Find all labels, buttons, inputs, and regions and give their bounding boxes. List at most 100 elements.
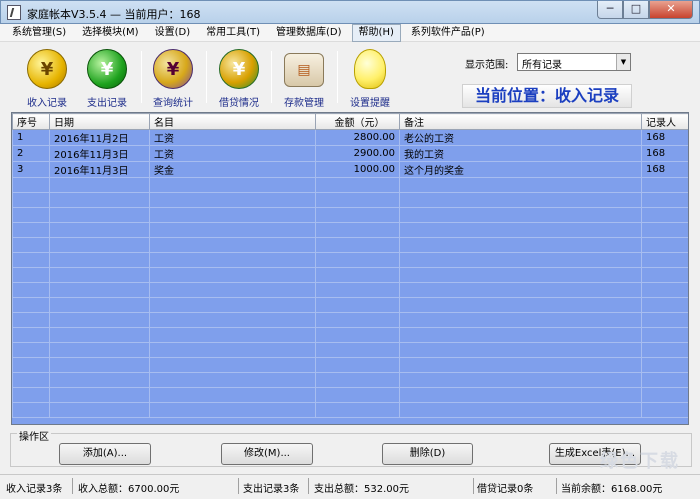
toolbar-income-button[interactable]: ¥ 收入记录 — [18, 47, 76, 109]
header-date[interactable]: 日期 — [49, 113, 150, 130]
expense-coin-icon: ¥ — [87, 49, 127, 89]
header-seq[interactable]: 序号 — [12, 113, 50, 130]
cell-category: 工资 — [149, 145, 316, 162]
empty-cell — [49, 312, 150, 328]
header-amount[interactable]: 金额（元） — [315, 113, 400, 130]
empty-table-row[interactable] — [12, 177, 688, 193]
cell-date: 2016年11月2日 — [49, 129, 150, 146]
toolbar-loan-button[interactable]: ¥ 借贷情况 — [210, 47, 268, 109]
empty-table-row[interactable] — [12, 252, 688, 268]
empty-cell — [399, 297, 642, 313]
empty-cell — [149, 402, 316, 418]
empty-cell — [149, 357, 316, 373]
empty-table-row[interactable] — [12, 237, 688, 253]
header-recorder[interactable]: 记录人 — [641, 113, 688, 130]
maximize-button[interactable]: □ — [623, 1, 649, 19]
cell-seq: 3 — [12, 161, 50, 178]
toolbar-query-button[interactable]: ¥ 查询统计 — [144, 47, 202, 109]
empty-table-row[interactable] — [12, 267, 688, 283]
status-expense-count: 支出记录3条 — [243, 484, 300, 495]
cell-seq: 2 — [12, 145, 50, 162]
empty-table-row[interactable] — [12, 222, 688, 238]
loan-cycle-icon: ¥ — [219, 49, 259, 89]
cell-category: 工资 — [149, 129, 316, 146]
empty-cell — [49, 357, 150, 373]
table-row[interactable]: 3 2016年11月3日 奖金 1000.00 这个月的奖金 168 — [12, 161, 688, 178]
status-income-total: 收入总额：6700.00元 — [78, 484, 180, 495]
empty-table-row[interactable] — [12, 297, 688, 313]
empty-cell — [315, 177, 400, 193]
empty-table-row[interactable] — [12, 357, 688, 373]
watermark: 绿色下载 — [600, 451, 680, 472]
empty-cell — [149, 387, 316, 403]
empty-cell — [12, 192, 50, 208]
empty-table-row[interactable] — [12, 282, 688, 298]
empty-table-row[interactable] — [12, 402, 688, 418]
status-separator — [473, 478, 474, 494]
empty-cell — [149, 372, 316, 388]
empty-cell — [315, 342, 400, 358]
empty-cell — [315, 282, 400, 298]
cell-recorder: 168 — [641, 145, 688, 162]
empty-table-row[interactable] — [12, 312, 688, 328]
table-header-row: 序号 日期 名目 金额（元） 备注 记录人 — [12, 113, 688, 130]
toolbar-deposit-button[interactable]: ▤ 存款管理 — [275, 47, 333, 109]
empty-table-row[interactable] — [12, 327, 688, 343]
toolbar-query-label: 查询统计 — [153, 98, 193, 109]
close-button[interactable]: ✕ — [649, 1, 693, 19]
empty-cell — [641, 267, 688, 283]
empty-cell — [641, 192, 688, 208]
empty-cell — [12, 402, 50, 418]
status-income-count: 收入记录3条 — [6, 484, 63, 495]
empty-cell — [315, 237, 400, 253]
edit-button[interactable]: 修改(M)... — [221, 443, 313, 465]
table-row[interactable]: 1 2016年11月2日 工资 2800.00 老公的工资 168 — [12, 129, 688, 146]
empty-cell — [399, 387, 642, 403]
empty-table-row[interactable] — [12, 372, 688, 388]
empty-cell — [49, 192, 150, 208]
empty-table-row[interactable] — [12, 192, 688, 208]
table-row[interactable]: 2 2016年11月3日 工资 2900.00 我的工资 168 — [12, 145, 688, 162]
chevron-down-icon[interactable]: ▼ — [616, 54, 630, 70]
header-category[interactable]: 名目 — [149, 113, 316, 130]
empty-cell — [315, 357, 400, 373]
empty-cell — [49, 402, 150, 418]
cell-date: 2016年11月3日 — [49, 161, 150, 178]
range-select[interactable]: 所有记录 ▼ — [517, 53, 631, 71]
records-grid[interactable]: 序号 日期 名目 金额（元） 备注 记录人 1 2016年11月2日 工资 28… — [11, 112, 689, 425]
empty-cell — [641, 297, 688, 313]
empty-cell — [12, 207, 50, 223]
empty-cell — [12, 252, 50, 268]
add-button[interactable]: 添加(A)... — [59, 443, 151, 465]
empty-cell — [49, 297, 150, 313]
empty-cell — [149, 252, 316, 268]
menu-system[interactable]: 系统管理(S) — [6, 25, 72, 41]
toolbar-reminder-button[interactable]: 设置提醒 — [341, 47, 399, 109]
menu-help[interactable]: 帮助(H) — [351, 23, 401, 42]
minimize-button[interactable]: ─ — [597, 1, 623, 19]
menu-settings[interactable]: 设置(D) — [149, 25, 197, 41]
cell-note: 这个月的奖金 — [399, 161, 642, 178]
records-table: 序号 日期 名目 金额（元） 备注 记录人 1 2016年11月2日 工资 28… — [12, 113, 688, 418]
empty-cell — [399, 252, 642, 268]
empty-cell — [315, 402, 400, 418]
header-note[interactable]: 备注 — [399, 113, 642, 130]
cell-recorder: 168 — [641, 161, 688, 178]
window-controls: ─ □ ✕ — [597, 1, 693, 20]
menu-tools[interactable]: 常用工具(T) — [200, 25, 266, 41]
cell-date: 2016年11月3日 — [49, 145, 150, 162]
empty-table-row[interactable] — [12, 342, 688, 358]
menu-database[interactable]: 管理数据库(D) — [270, 25, 348, 41]
empty-cell — [12, 357, 50, 373]
empty-table-row[interactable] — [12, 207, 688, 223]
empty-cell — [399, 402, 642, 418]
empty-cell — [49, 177, 150, 193]
menu-products[interactable]: 系列软件产品(P) — [405, 25, 491, 41]
delete-button[interactable]: 删除(D) — [382, 443, 473, 465]
empty-table-row[interactable] — [12, 387, 688, 403]
toolbar-expense-button[interactable]: ¥ 支出记录 — [78, 47, 136, 109]
menu-module[interactable]: 选择模块(M) — [76, 25, 144, 41]
empty-cell — [399, 237, 642, 253]
empty-cell — [149, 192, 316, 208]
empty-cell — [149, 342, 316, 358]
